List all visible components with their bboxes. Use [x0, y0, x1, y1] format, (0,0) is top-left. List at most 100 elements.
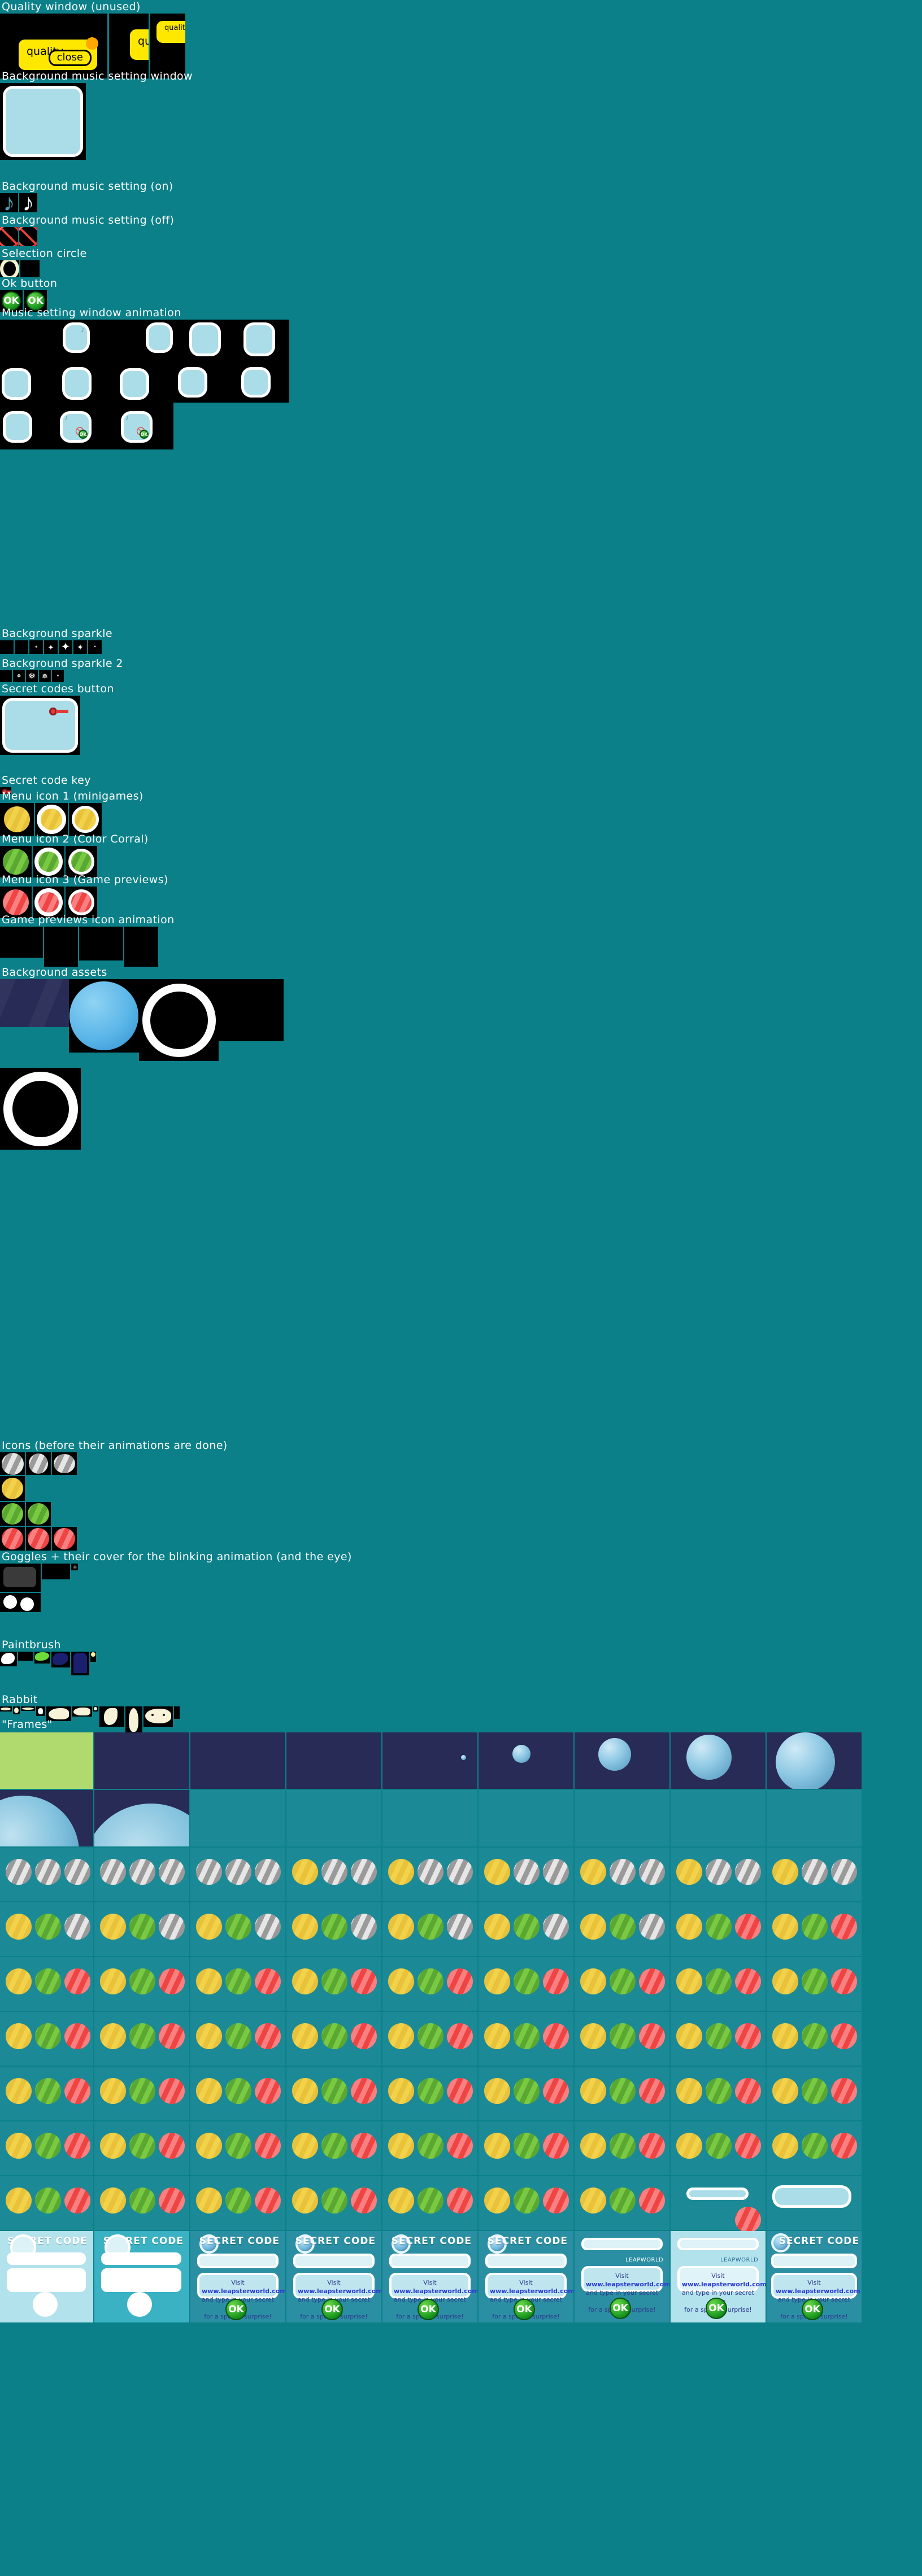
frame-menu[interactable]: [575, 1902, 669, 1956]
code-display[interactable]: [7, 2268, 86, 2292]
frame-menu[interactable]: [575, 2121, 669, 2175]
bgm-panel[interactable]: [120, 368, 149, 400]
frame-menu[interactable]: [671, 2012, 766, 2066]
ok-button[interactable]: OK: [610, 2298, 631, 2319]
frame-surface[interactable]: [767, 1790, 862, 1846]
frame-menu[interactable]: [286, 1957, 381, 2011]
icon-frame[interactable]: [52, 1527, 77, 1551]
ok-button[interactable]: OK: [706, 2298, 727, 2319]
leapsterworld-link[interactable]: www.leapsterworld.com: [682, 2281, 766, 2288]
brush-frame[interactable]: [90, 1652, 96, 1662]
rabbit-part-frame[interactable]: [36, 1706, 45, 1716]
selection-circle-frame[interactable]: [20, 260, 40, 277]
frame-space[interactable]: [0, 1790, 93, 1846]
music-on-frame[interactable]: ♪: [19, 193, 37, 212]
anim-frame[interactable]: [0, 409, 58, 449]
anim-frame[interactable]: [231, 320, 289, 365]
frame-surface[interactable]: [382, 1790, 477, 1846]
frame-menu[interactable]: [767, 2067, 862, 2120]
sparkle-frame[interactable]: ✦: [44, 640, 58, 654]
sparkle2-frame[interactable]: ❅: [13, 670, 25, 682]
secret-code-panel[interactable]: SECRET CODE: [94, 2231, 189, 2322]
code-input[interactable]: [677, 2238, 759, 2250]
bgm-panel[interactable]: [3, 411, 32, 443]
frame-menu[interactable]: [286, 2012, 381, 2066]
ring-frame-large[interactable]: [0, 1068, 81, 1150]
bgm-panel[interactable]: [178, 367, 207, 398]
frame-menu[interactable]: [575, 1957, 669, 2011]
frame-menu[interactable]: [286, 2067, 381, 2120]
ring-frame[interactable]: [139, 979, 219, 1061]
frame-menu[interactable]: [575, 2067, 669, 2120]
frame-menu[interactable]: [767, 1848, 862, 1901]
sparkle2-frame[interactable]: [0, 670, 12, 682]
frame-menu[interactable]: [286, 2176, 381, 2230]
frame-menu[interactable]: [94, 1902, 189, 1956]
frame-space[interactable]: [575, 1732, 669, 1789]
secret-code-panel[interactable]: SECRET CODE Visit www.leapsterworld.com …: [190, 2231, 285, 2322]
anim-frame[interactable]: [58, 365, 116, 409]
sprite-frame[interactable]: quality =: [109, 14, 149, 78]
sparkle-frame[interactable]: ✦: [29, 640, 43, 654]
frame-menu[interactable]: [190, 1848, 285, 1901]
frame-menu[interactable]: [382, 2067, 477, 2120]
icon-frame[interactable]: [26, 1502, 51, 1526]
rabbit-part-frame[interactable]: [13, 1706, 20, 1714]
secret-code-panel[interactable]: SECRET CODE: [0, 2231, 93, 2322]
frame-menu[interactable]: [94, 1957, 189, 2011]
close-button[interactable]: close: [48, 50, 92, 66]
goggles-frame[interactable]: [0, 1593, 41, 1612]
ok-button-icon[interactable]: OK: [140, 430, 149, 439]
frame-menu[interactable]: [94, 2121, 189, 2175]
frame-surface[interactable]: [286, 1790, 381, 1846]
leapsterworld-link[interactable]: www.leapsterworld.com: [586, 2281, 669, 2288]
sparkle-frame[interactable]: [0, 640, 14, 654]
eye-frame[interactable]: [71, 1564, 78, 1570]
rabbit-part-frame[interactable]: [125, 1706, 142, 1734]
brush-frame[interactable]: [71, 1652, 89, 1675]
frame-menu[interactable]: [575, 2012, 669, 2066]
anim-frame[interactable]: [0, 927, 43, 958]
ok-button[interactable]: OK: [514, 2299, 535, 2320]
sprite-frame[interactable]: quality = close: [150, 14, 185, 78]
secret-code-panel[interactable]: LEAPWORLD Visit www.leapsterworld.com an…: [575, 2231, 669, 2322]
frame-menu[interactable]: [286, 1848, 381, 1901]
secret-code-panel[interactable]: SECRET CODE Visit www.leapsterworld.com …: [767, 2231, 862, 2322]
frame-menu[interactable]: [94, 2176, 189, 2230]
frame-menu[interactable]: [94, 1848, 189, 1901]
frame-menu[interactable]: [190, 2012, 285, 2066]
frame-menu[interactable]: [0, 1848, 93, 1901]
frame-menu[interactable]: [94, 2012, 189, 2066]
code-input[interactable]: [581, 2238, 663, 2250]
icon-frame[interactable]: [0, 1527, 25, 1551]
leapsterworld-link[interactable]: www.leapsterworld.com: [490, 2287, 573, 2295]
frame-menu[interactable]: [479, 1902, 573, 1956]
secret-code-opening-panel[interactable]: [686, 2188, 749, 2200]
rabbit-part-frame[interactable]: [93, 1706, 98, 1711]
sprite-frame[interactable]: [0, 83, 86, 160]
menu-icon-frame[interactable]: [0, 803, 34, 836]
frame-menu[interactable]: [671, 2176, 766, 2233]
code-input[interactable]: [771, 2254, 857, 2268]
bgm-setting-panel[interactable]: [3, 86, 83, 157]
code-input[interactable]: [7, 2252, 86, 2265]
frame-surface[interactable]: [479, 1790, 573, 1846]
frame-menu[interactable]: [190, 2176, 285, 2230]
frame-space[interactable]: [190, 1732, 285, 1789]
bgm-panel[interactable]: ♪ 🚫 OK: [121, 411, 153, 443]
bgm-panel[interactable]: [62, 367, 92, 400]
anim-frame[interactable]: [116, 320, 173, 365]
frame-menu[interactable]: [190, 2067, 285, 2120]
frame-space[interactable]: [479, 1732, 573, 1789]
bgm-panel[interactable]: ♪: [63, 322, 90, 353]
code-input[interactable]: [101, 2252, 181, 2265]
frame-menu[interactable]: [575, 1848, 669, 1901]
frame-menu[interactable]: [767, 2121, 862, 2175]
selection-circle-frame[interactable]: [0, 260, 19, 277]
brush-frame[interactable]: [51, 1652, 70, 1667]
frame-menu[interactable]: [479, 2067, 573, 2120]
music-off-frame[interactable]: 🚫: [0, 227, 18, 246]
code-display[interactable]: [101, 2268, 181, 2292]
secret-code-panel[interactable]: LEAPWORLD Visit www.leapsterworld.com an…: [671, 2231, 766, 2322]
frame-menu[interactable]: [190, 2121, 285, 2175]
